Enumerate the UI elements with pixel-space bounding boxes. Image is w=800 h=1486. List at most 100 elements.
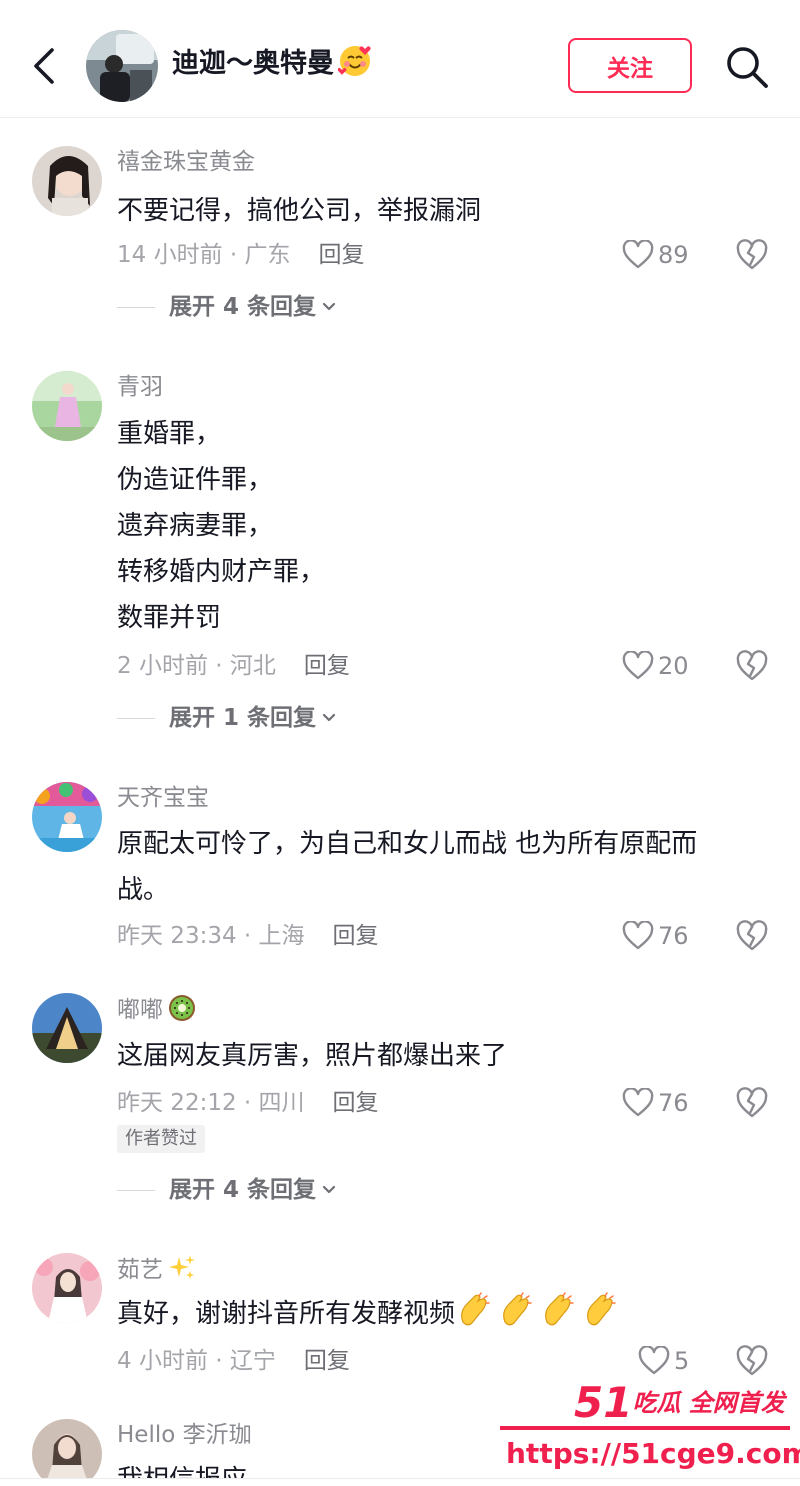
author-liked-badge: 作者赞过 [117,1125,205,1153]
watermark-brand-text: 吃瓜 全网首发 [632,1389,785,1417]
time-location: 14 小时前 · 广东 [117,242,291,268]
comment-text: 我相信报应 [117,1457,767,1479]
reply-button[interactable]: 回复 [333,1090,379,1116]
heart-outline-icon [622,651,654,680]
smiling-face-with-hearts-emoji-icon [337,44,372,78]
like-count: 76 [658,922,689,950]
like-button[interactable]: 20 [622,649,689,683]
time-location: 昨天 22:12 · 四川 [117,1090,305,1116]
author-name-text: 迪迦～奥特曼 [172,48,334,79]
broken-heart-icon [736,920,768,951]
comment-text: 重婚罪， 伪造证件罪， 遗弃病妻罪， 转移婚内财产罪， 数罪并罚 [117,411,767,641]
heart-outline-icon [638,1346,670,1375]
like-button[interactable]: 5 [638,1344,689,1378]
dislike-button[interactable] [734,1344,770,1378]
comment-line: 重婚罪， [117,419,222,449]
commenter-avatar[interactable] [32,1253,102,1323]
comment-line: 伪造证件罪， [117,465,274,495]
expand-label: 展开 4 条回复 [169,294,317,320]
comment-line: 我相信报应 [117,1457,767,1479]
heart-outline-icon [622,921,654,950]
commenter-avatar[interactable] [32,146,102,216]
expand-replies-button[interactable]: 展开 4 条回复 [117,1174,338,1206]
expand-replies-button[interactable]: 展开 4 条回复 [117,291,338,323]
expand-label: 展开 4 条回复 [169,1177,317,1203]
commenter-avatar[interactable] [32,1419,102,1479]
dislike-button[interactable] [734,919,770,953]
kiwi-emoji-icon [167,993,197,1023]
divider-line [117,717,155,719]
chevron-down-icon [322,302,336,311]
expand-replies-button[interactable]: 展开 1 条回复 [117,702,338,734]
comment-line: 转移婚内财产罪， [117,557,326,587]
broken-heart-icon [736,239,768,270]
broken-heart-icon [736,650,768,681]
comment-meta: 昨天 23:34 · 上海 回复 [117,920,379,952]
dislike-button[interactable] [734,238,770,272]
comment-line-text: 真好，谢谢抖音所有发酵视频 [117,1299,456,1329]
commenter-name-text: 茹艺 [117,1257,163,1283]
commenter-name-text: 嘟嘟 [117,997,163,1023]
commenter-name[interactable]: 天齐宝宝 [117,782,209,814]
reply-button[interactable]: 回复 [304,653,350,679]
dislike-button[interactable] [734,1086,770,1120]
follow-button[interactable]: 关注 [568,38,692,93]
comment-line: 数罪并罚 [117,603,222,633]
commenter-name[interactable]: 青羽 [117,371,163,403]
time-location: 4 小时前 · 辽宁 [117,1348,276,1374]
expand-label: 展开 1 条回复 [169,705,317,731]
dislike-button[interactable] [734,649,770,683]
bottom-divider [0,1478,800,1486]
chevron-down-icon [322,713,336,722]
comment-text: 原配太可怜了，为自己和女儿而战 也为所有原配而 战。 [117,821,767,913]
comment-item: Hello 李沂珈 我相信报应 [0,1419,800,1479]
comment-text: 不要记得，搞他公司，举报漏洞 [117,188,767,234]
like-count: 89 [658,241,689,269]
reply-button[interactable]: 回复 [333,923,379,949]
comment-line: 遗弃病妻罪， [117,511,274,541]
commenter-avatar[interactable] [32,782,102,852]
comment-meta: 昨天 22:12 · 四川 回复 [117,1087,379,1119]
divider-line [117,306,155,308]
commenter-avatar[interactable] [32,371,102,441]
search-button[interactable] [722,42,772,92]
broken-heart-icon [736,1087,768,1118]
comment-meta: 14 小时前 · 广东 回复 [117,239,365,271]
broken-heart-icon [736,1345,768,1376]
like-count: 20 [658,652,689,680]
comment-line: 真好，谢谢抖音所有发酵视频 [117,1291,767,1345]
author-avatar[interactable] [86,30,158,102]
time-location: 2 小时前 · 河北 [117,653,276,679]
like-count: 5 [674,1347,690,1375]
like-count: 76 [658,1089,689,1117]
back-button[interactable] [24,40,68,92]
clapping-hands-emoji-icons [457,1292,627,1345]
comment-meta: 2 小时前 · 河北 回复 [117,650,350,682]
like-button[interactable]: 76 [622,1086,689,1120]
comment-line: 战。 [117,875,170,905]
reply-button[interactable]: 回复 [304,1348,350,1374]
time-location: 昨天 23:34 · 上海 [117,923,305,949]
comment-text: 这届网友真厉害，照片都爆出来了 [117,1033,767,1079]
comment-text: 真好，谢谢抖音所有发酵视频 [117,1291,767,1345]
chevron-down-icon [322,1185,336,1194]
top-bar: 迪迦～奥特曼 关注 [0,0,800,118]
reply-button[interactable]: 回复 [319,242,365,268]
heart-outline-icon [622,240,654,269]
divider-line [117,1189,155,1191]
comment-line: 原配太可怜了，为自己和女儿而战 也为所有原配而 [117,829,698,859]
chevron-left-icon [34,48,54,84]
heart-outline-icon [622,1088,654,1117]
commenter-name[interactable]: 禧金珠宝黄金 [117,146,255,178]
commenter-name[interactable]: Hello 李沂珈 [117,1419,252,1451]
sparkles-emoji-icon [167,1253,197,1283]
like-button[interactable]: 76 [622,919,689,953]
search-icon [727,47,768,88]
comment-line: 不要记得，搞他公司，举报漏洞 [117,196,482,226]
like-button[interactable]: 89 [622,238,689,272]
comment-line: 这届网友真厉害，照片都爆出来了 [117,1041,508,1071]
commenter-name[interactable]: 茹艺 [117,1253,197,1286]
commenter-avatar[interactable] [32,993,102,1063]
commenter-name[interactable]: 嘟嘟 [117,993,197,1026]
comment-meta: 4 小时前 · 辽宁 回复 [117,1345,350,1377]
